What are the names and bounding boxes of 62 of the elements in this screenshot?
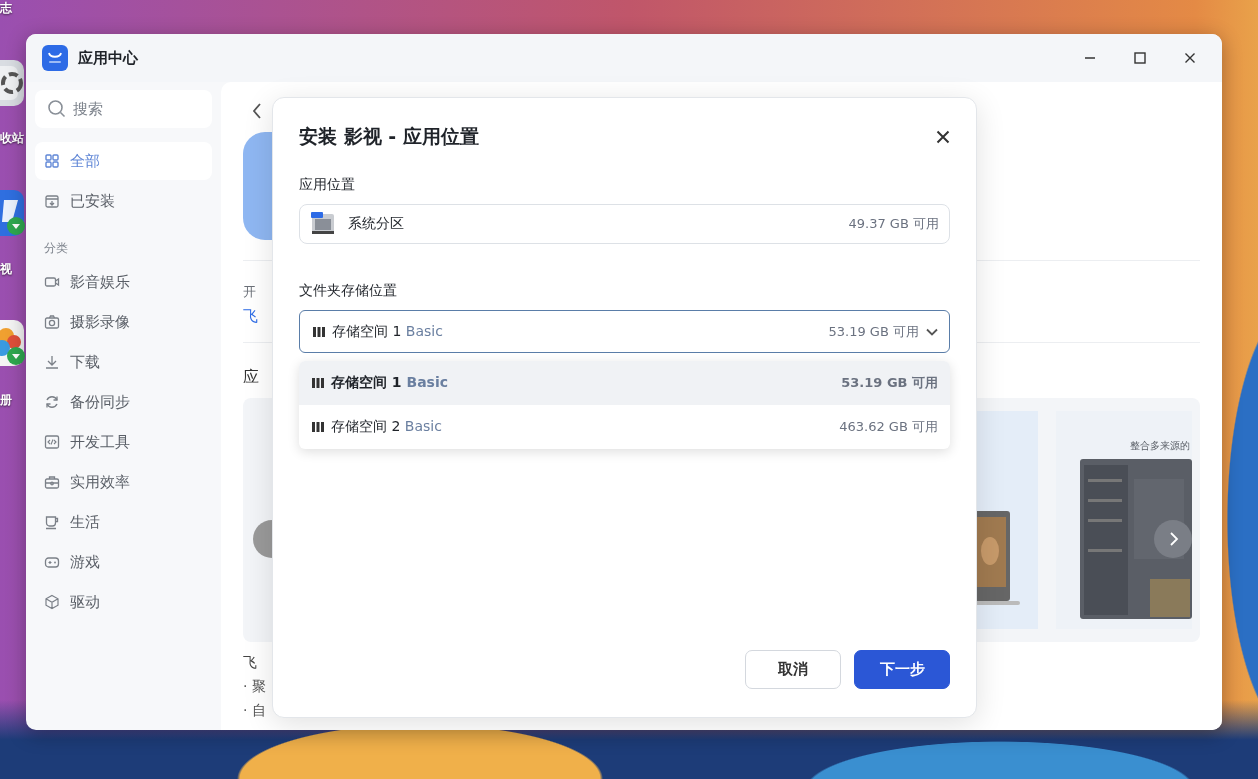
storage-dropdown[interactable]: 存储空间 1 Basic 53.19 GB 可用 <box>299 310 950 353</box>
free-space: 53.19 GB 可用 <box>828 322 919 341</box>
sidebar-item[interactable]: 下载 <box>35 343 212 381</box>
close-button[interactable] <box>936 130 950 144</box>
free-space: 53.19 GB 可用 <box>841 374 938 392</box>
close-icon <box>936 130 950 144</box>
sidebar-item[interactable]: 实用效率 <box>35 463 212 501</box>
desktop-icon-label: 册 <box>0 392 12 409</box>
free-space: 463.62 GB 可用 <box>839 418 938 436</box>
desktop-icon-label: 收站 <box>0 130 24 147</box>
sidebar-item[interactable]: 游戏 <box>35 543 212 581</box>
sidebar-item[interactable]: 驱动 <box>35 583 212 621</box>
field-value: 系统分区 <box>348 215 404 233</box>
description-text: · 自 <box>243 702 266 720</box>
cancel-button[interactable]: 取消 <box>745 650 841 689</box>
storage-icon <box>311 376 325 390</box>
video-camera-icon <box>44 274 60 290</box>
search-field[interactable]: 搜索 <box>35 90 212 128</box>
next-button[interactable]: 下一步 <box>854 650 950 689</box>
sidebar-item[interactable]: 摄影录像 <box>35 303 212 341</box>
screenshot-caption: 整合多来源的 <box>1130 439 1191 453</box>
cube-icon <box>44 594 60 610</box>
storage-name: 存储空间 1 Basic <box>332 322 443 341</box>
section-label: 分类 <box>43 240 69 257</box>
sidebar-item[interactable]: 已安装 <box>35 182 212 220</box>
sidebar-item[interactable]: 备份同步 <box>35 383 212 421</box>
sidebar-item[interactable]: 开发工具 <box>35 423 212 461</box>
search-icon <box>47 99 67 119</box>
cup-icon <box>44 514 60 530</box>
dialog-title: 安装 影视 - 应用位置 <box>299 124 479 149</box>
description-title: 飞 <box>243 654 257 672</box>
next-button-icon <box>1154 520 1192 558</box>
inbox-icon <box>44 193 60 209</box>
gamepad-icon <box>44 554 60 570</box>
storage-icon <box>312 324 326 339</box>
sidebar-item[interactable]: 生活 <box>35 503 212 541</box>
desktop-icon-label: 志 <box>0 0 12 17</box>
storage-name: 存储空间 1 Basic <box>331 374 449 392</box>
briefcase-icon <box>44 474 60 490</box>
sidebar-item[interactable]: 影音娱乐 <box>35 263 212 301</box>
field-label: 应用位置 <box>299 176 356 194</box>
back-icon <box>251 102 263 120</box>
dropdown-option[interactable]: 存储空间 2 Basic 463.62 GB 可用 <box>299 405 950 449</box>
developer-label: 开 <box>243 283 256 301</box>
sidebar-item[interactable]: 全部 <box>35 142 212 180</box>
download-icon <box>44 354 60 370</box>
window-title: 应用中心 <box>78 48 138 68</box>
section-title: 应 <box>243 367 259 388</box>
storage-name: 存储空间 2 Basic <box>331 418 442 436</box>
previous-button[interactable] <box>253 520 272 558</box>
storage-icon <box>311 420 325 434</box>
app-store-icon <box>42 45 68 71</box>
code-icon <box>44 434 60 450</box>
dropdown-option[interactable]: 存储空间 1 Basic 53.19 GB 可用 <box>299 361 950 405</box>
developer-link[interactable]: 飞 <box>243 307 258 326</box>
free-space: 49.37 GB 可用 <box>848 215 939 233</box>
grid-icon <box>44 153 60 169</box>
field-label: 文件夹存储位置 <box>299 282 398 300</box>
sync-icon <box>44 394 60 410</box>
desktop-icon-label: 视 <box>0 261 12 278</box>
description-text: · 聚 <box>243 678 266 696</box>
camera-icon <box>44 314 60 330</box>
